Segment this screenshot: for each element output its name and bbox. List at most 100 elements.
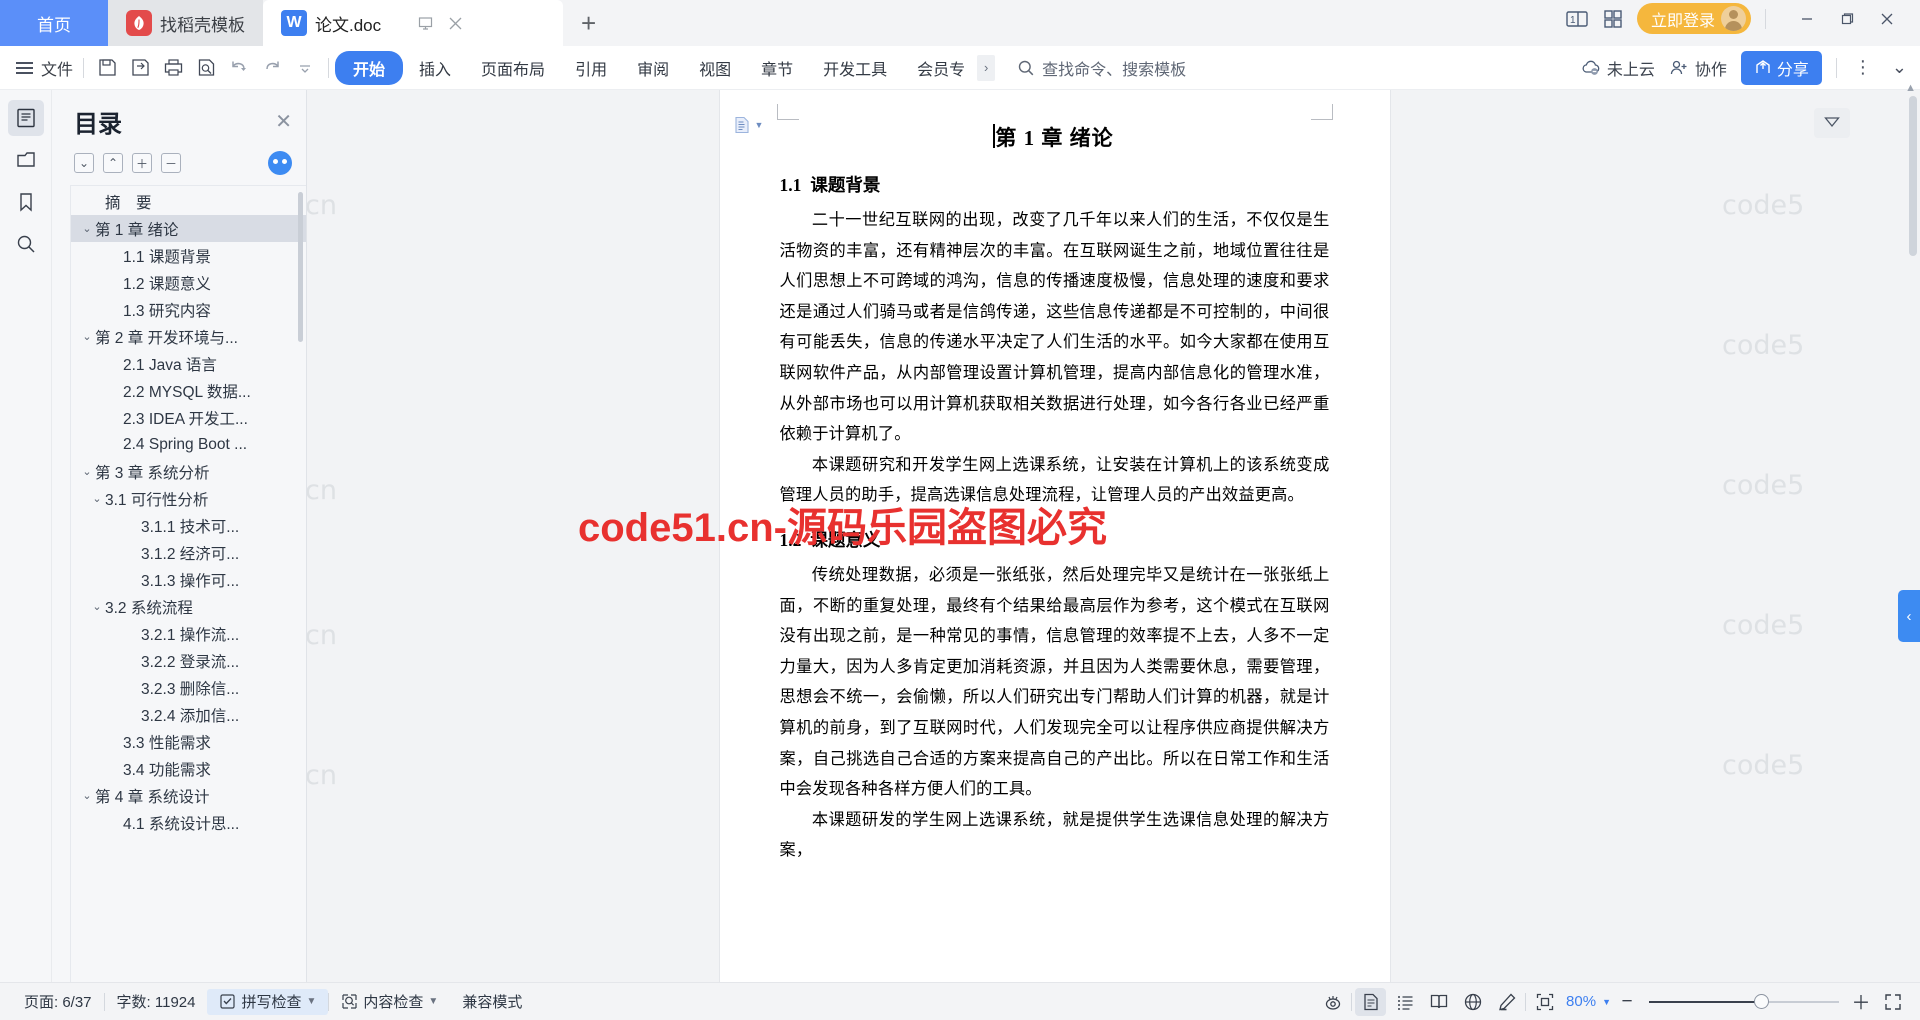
outline-item[interactable]: 3.1.1 技术可...	[71, 512, 306, 539]
outline-item[interactable]: 3.2.1 操作流...	[71, 620, 306, 647]
chevron-down-icon[interactable]: ⌄	[79, 465, 95, 478]
outline-item[interactable]: 摘 要	[71, 188, 306, 215]
app-grid-icon[interactable]	[1603, 9, 1623, 29]
zoom-level[interactable]: 80%	[1563, 993, 1599, 1010]
fullscreen-icon[interactable]	[1877, 988, 1908, 1016]
tab-home[interactable]: 首页	[0, 0, 108, 46]
document-canvas[interactable]: code51.cn code51.cn code51.cn code51.cn …	[307, 90, 1802, 982]
spell-check-button[interactable]: 拼写检查 ▼	[207, 988, 329, 1015]
outline-item[interactable]: 3.3 性能需求	[71, 728, 306, 755]
word-count[interactable]: 字数: 11924	[105, 989, 208, 1015]
tab-document[interactable]: W 论文.doc	[263, 0, 563, 46]
print-icon[interactable]	[158, 53, 188, 83]
outline-item[interactable]: 2.1 Java 语言	[71, 350, 306, 377]
ribbon-collapse-icon[interactable]: ⌄	[1889, 57, 1910, 78]
annotate-icon[interactable]	[1491, 988, 1522, 1016]
outline-item[interactable]: 3.1.3 操作可...	[71, 566, 306, 593]
chevron-down-icon[interactable]: ⌄	[79, 789, 95, 802]
save-icon[interactable]	[92, 53, 122, 83]
close-icon[interactable]	[1868, 4, 1906, 34]
print-preview-icon[interactable]	[191, 53, 221, 83]
minimize-icon[interactable]	[1788, 4, 1826, 34]
outline-view-icon[interactable]	[1389, 988, 1420, 1016]
document-page[interactable]: ▼ 第 1 章 绪论 1.1 课题背景 二十一世纪互联网的出现，改变了几千年以来人…	[719, 90, 1390, 982]
content-check-button[interactable]: 内容检查 ▼	[329, 989, 450, 1015]
chevron-down-icon[interactable]: ▼	[306, 996, 316, 1007]
tab-close-icon[interactable]	[448, 16, 463, 31]
outline-item[interactable]: ⌄ 第 4 章 系统设计	[71, 782, 306, 809]
tab-view[interactable]: 视图	[685, 51, 745, 85]
side-panel-toggle[interactable]: ‹	[1898, 590, 1920, 642]
page-view-icon[interactable]	[1355, 987, 1387, 1016]
tab-page-layout[interactable]: 页面布局	[467, 51, 559, 85]
expand-all-icon[interactable]: ⌄	[74, 153, 94, 173]
outline-item[interactable]: ⌄ 第 3 章 系统分析	[71, 458, 306, 485]
outline-item[interactable]: 1.2 课题意义	[71, 269, 306, 296]
tab-start[interactable]: 开始	[335, 50, 404, 85]
outline-item[interactable]: 3.1.2 经济可...	[71, 539, 306, 566]
login-button[interactable]: 立即登录	[1636, 3, 1751, 34]
reading-layout-icon[interactable]	[1423, 988, 1454, 1016]
outline-item[interactable]: 1.3 研究内容	[71, 296, 306, 323]
zoom-in-button[interactable]: ＋	[1848, 989, 1874, 1015]
outline-settings-icon[interactable]	[268, 151, 292, 175]
maximize-icon[interactable]	[1828, 4, 1866, 34]
rail-folder-icon[interactable]	[8, 142, 44, 178]
new-tab-button[interactable]: +	[563, 0, 614, 46]
chevron-down-icon[interactable]: ⌄	[89, 492, 105, 505]
outline-item[interactable]: 4.1 系统设计思...	[71, 809, 306, 836]
increase-level-icon[interactable]: ＋	[132, 153, 152, 173]
outline-close-icon[interactable]: ✕	[275, 109, 292, 134]
outline-item[interactable]: 2.2 MYSQL 数据...	[71, 377, 306, 404]
search-box[interactable]: 查找命令、搜索模板	[1017, 56, 1186, 80]
outline-item[interactable]: ⌄ 第 1 章 绪论	[71, 215, 306, 242]
chevron-down-icon[interactable]: ⌄	[79, 222, 95, 235]
collaborate-button[interactable]: 协作	[1669, 56, 1727, 80]
tab-find-template[interactable]: 找稻壳模板	[108, 0, 263, 46]
focus-read-icon[interactable]	[1317, 988, 1348, 1016]
collapse-all-icon[interactable]: ⌃	[103, 153, 123, 173]
outline-scrollbar[interactable]	[298, 192, 303, 342]
file-menu-button[interactable]: 文件	[14, 56, 83, 80]
navigation-pane-toggle-icon[interactable]	[1814, 108, 1850, 138]
chevron-down-icon[interactable]: ⌄	[79, 330, 95, 343]
customize-qat-icon[interactable]	[290, 53, 320, 83]
document-scrollbar[interactable]: ▲	[1905, 82, 1917, 256]
outline-item[interactable]: ⌄ 3.1 可行性分析	[71, 485, 306, 512]
outline-item[interactable]: 2.3 IDEA 开发工...	[71, 404, 306, 431]
web-layout-icon[interactable]	[1457, 988, 1488, 1016]
scroll-up-icon[interactable]: ▲	[1905, 82, 1916, 94]
compatibility-mode-label[interactable]: 兼容模式	[450, 989, 534, 1015]
split-screen-icon[interactable]: 1	[1565, 9, 1589, 29]
share-button[interactable]: 分享	[1740, 50, 1822, 85]
tab-restore-icon[interactable]	[417, 15, 434, 32]
fit-page-icon[interactable]	[1529, 988, 1560, 1016]
outline-item[interactable]: 2.4 Spring Boot ...	[71, 431, 306, 458]
slider-knob[interactable]	[1753, 994, 1769, 1009]
cloud-status-button[interactable]: 未上云	[1581, 56, 1655, 80]
decrease-level-icon[interactable]: －	[161, 153, 181, 173]
chevron-down-icon[interactable]: ⌄	[89, 600, 105, 613]
chevron-down-icon[interactable]: ▼	[428, 996, 438, 1007]
rail-outline-icon[interactable]	[7, 100, 44, 136]
outline-item[interactable]: 3.4 功能需求	[71, 755, 306, 782]
undo-icon[interactable]	[224, 53, 254, 83]
outline-item[interactable]: ⌄ 3.2 系统流程	[71, 593, 306, 620]
outline-item[interactable]: 3.2.4 添加信...	[71, 701, 306, 728]
save-as-cloud-icon[interactable]	[125, 53, 155, 83]
outline-item[interactable]: 3.2.2 登录流...	[71, 647, 306, 674]
redo-icon[interactable]	[257, 53, 287, 83]
tab-insert[interactable]: 插入	[405, 51, 465, 85]
zoom-out-button[interactable]: −	[1614, 989, 1640, 1015]
outline-list[interactable]: 摘 要 ⌄ 第 1 章 绪论 1.1 课题背景 1.2 课题意义 1.3 研究内容 ⌄ 第 2…	[70, 185, 306, 982]
ribbon-overflow-icon[interactable]: ⋮	[1851, 57, 1875, 78]
outline-item[interactable]: 1.1 课题背景	[71, 242, 306, 269]
tab-member-exclusive[interactable]: 会员专	[903, 51, 979, 85]
zoom-slider[interactable]	[1649, 994, 1839, 1010]
outline-item[interactable]: ⌄ 第 2 章 开发环境与...	[71, 323, 306, 350]
outline-item[interactable]: 3.2.3 删除信...	[71, 674, 306, 701]
tab-section[interactable]: 章节	[747, 51, 807, 85]
tab-developer-tools[interactable]: 开发工具	[809, 51, 901, 85]
rail-bookmark-icon[interactable]	[8, 184, 44, 220]
tab-review[interactable]: 审阅	[623, 51, 683, 85]
